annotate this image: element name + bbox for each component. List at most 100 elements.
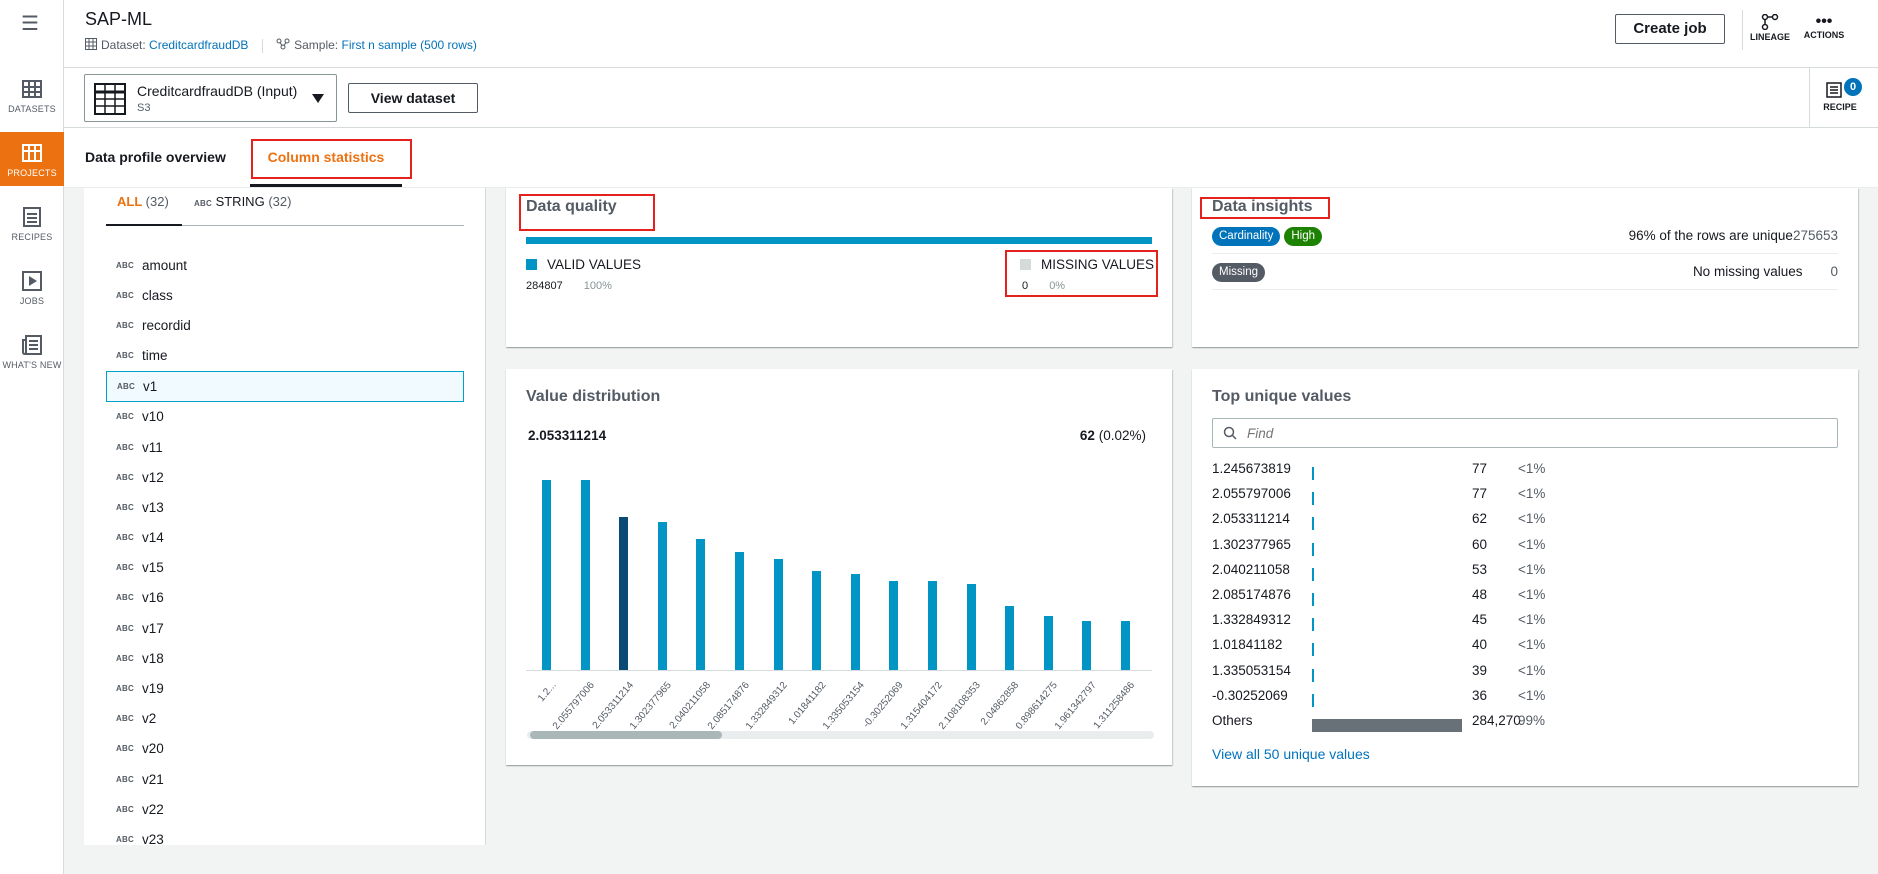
column-name: v1 bbox=[143, 378, 158, 394]
tab-data-profile-overview[interactable]: Data profile overview bbox=[85, 128, 226, 187]
string-type-icon: ABC bbox=[116, 290, 134, 300]
tab-string-columns[interactable]: ABC STRING (32) bbox=[194, 188, 291, 226]
column-list-item[interactable]: ABC v17 bbox=[106, 613, 464, 643]
chart-bar[interactable] bbox=[657, 521, 667, 670]
chart-bar[interactable] bbox=[1121, 620, 1130, 670]
chart-bar[interactable] bbox=[735, 551, 744, 670]
actions-button[interactable]: ••• ACTIONS bbox=[1802, 13, 1846, 41]
chart-bar[interactable] bbox=[850, 573, 860, 670]
recipe-icon bbox=[23, 207, 41, 227]
chart-bar[interactable] bbox=[542, 480, 551, 670]
column-list-item[interactable]: ABC time bbox=[106, 341, 464, 371]
frequency-bar bbox=[1312, 567, 1314, 581]
chart-bar[interactable] bbox=[889, 581, 899, 670]
column-list-item[interactable]: ABC v10 bbox=[106, 402, 464, 432]
view-all-unique-values-link[interactable]: View all 50 unique values bbox=[1212, 746, 1370, 762]
column-list-item[interactable]: ABC v16 bbox=[106, 583, 464, 613]
x-tick-label: 1.2... bbox=[535, 680, 559, 705]
recipe-button[interactable]: 0 RECIPE bbox=[1818, 78, 1862, 112]
tab-count: (32) bbox=[268, 194, 292, 209]
string-type-icon: ABC bbox=[116, 623, 134, 633]
sample-label: Sample: bbox=[294, 38, 339, 52]
nav-projects[interactable]: PROJECTS bbox=[0, 132, 64, 186]
nav-whats-new[interactable]: WHAT'S NEW bbox=[0, 324, 64, 380]
column-name: class bbox=[142, 287, 173, 303]
chart-bar[interactable] bbox=[1043, 615, 1053, 670]
unique-value-row: 2.055797006 77 <1% bbox=[1212, 486, 1712, 511]
nav-datasets[interactable]: DATASETS bbox=[0, 68, 64, 124]
column-list-item[interactable]: ABC v21 bbox=[106, 764, 464, 794]
tab-all-columns[interactable]: ALL (32) bbox=[106, 188, 182, 226]
column-list-item[interactable]: ABC v11 bbox=[106, 432, 464, 462]
unique-value-row: 1.302377965 60 <1% bbox=[1212, 537, 1712, 562]
more-icon: ••• bbox=[1815, 13, 1833, 30]
column-list-item[interactable]: ABC v18 bbox=[106, 643, 464, 673]
chart-bar[interactable] bbox=[1082, 620, 1092, 670]
column-list-item[interactable]: ABC amount bbox=[106, 250, 464, 280]
chart-bar[interactable] bbox=[773, 558, 783, 670]
chart-bar[interactable] bbox=[812, 571, 822, 670]
create-job-button[interactable]: Create job bbox=[1615, 14, 1725, 44]
profile-tabs: Data profile overview Column statistics bbox=[64, 128, 1878, 188]
insight-row-missing: Missing No missing values 0 bbox=[1212, 254, 1838, 290]
column-list-item[interactable]: ABC v19 bbox=[106, 673, 464, 703]
chart-bar[interactable] bbox=[696, 539, 706, 670]
column-list-item[interactable]: ABC v20 bbox=[106, 734, 464, 764]
chart-bar[interactable] bbox=[619, 517, 629, 670]
find-input[interactable] bbox=[1247, 423, 1827, 443]
column-list-item[interactable]: ABC class bbox=[106, 280, 464, 310]
column-list-item[interactable]: ABC v2 bbox=[106, 704, 464, 734]
dataset-link[interactable]: CreditcardfraudDB bbox=[149, 38, 248, 52]
column-list-item[interactable]: ABC v14 bbox=[106, 523, 464, 553]
insight-description: No missing values bbox=[1692, 264, 1803, 279]
top-unique-values-card: Top unique values 1.24567381977<1%2.0557… bbox=[1192, 369, 1858, 786]
dataset-bar: CreditcardfraudDB (Input) S3 View datase… bbox=[64, 68, 1878, 128]
data-quality-title: Data quality bbox=[526, 198, 617, 215]
unique-value-row: 1.01841182 40 <1% bbox=[1212, 637, 1712, 662]
tab-label: STRING bbox=[215, 194, 265, 209]
column-list-item[interactable]: ABC v15 bbox=[106, 553, 464, 583]
value-count: 77 bbox=[1472, 461, 1488, 476]
column-type-tabs: ALL (32) ABC STRING (32) bbox=[106, 188, 464, 226]
lineage-button[interactable]: LINEAGE bbox=[1748, 13, 1792, 42]
column-name: v23 bbox=[142, 831, 164, 845]
data-quality-card: Data quality VALID VALUES 284807 100% MI… bbox=[506, 188, 1172, 347]
dataset-selector[interactable]: CreditcardfraudDB (Input) S3 bbox=[84, 74, 337, 122]
view-dataset-button[interactable]: View dataset bbox=[348, 83, 478, 113]
chart-scroll-thumb[interactable] bbox=[530, 731, 722, 739]
find-input-wrapper[interactable] bbox=[1212, 418, 1838, 448]
column-list-item[interactable]: ABC v1 bbox=[106, 370, 464, 402]
sample-link[interactable]: First n sample (500 rows) bbox=[341, 38, 476, 52]
nav-jobs[interactable]: JOBS bbox=[0, 260, 64, 316]
unique-value: 1.245673819 bbox=[1212, 461, 1291, 476]
column-name: v13 bbox=[142, 499, 164, 515]
string-type-icon: ABC bbox=[116, 714, 134, 724]
column-list-item[interactable]: ABC v12 bbox=[106, 462, 464, 492]
hamburger-icon[interactable]: ☰ bbox=[21, 14, 43, 34]
tab-column-statistics[interactable]: Column statistics bbox=[250, 128, 402, 187]
chart-bar[interactable] bbox=[1005, 605, 1015, 670]
data-insights-title: Data insights bbox=[1212, 198, 1313, 215]
x-tick-label: 1.335053154 bbox=[821, 680, 868, 732]
x-axis-line bbox=[526, 670, 1152, 671]
recipe-icon bbox=[1826, 82, 1842, 98]
unique-value: 2.040211058 bbox=[1212, 561, 1290, 577]
value-count: 53 bbox=[1472, 561, 1488, 577]
column-list-item[interactable]: ABC recordid bbox=[106, 310, 464, 340]
dataset-source: S3 bbox=[137, 102, 151, 114]
nav-recipes[interactable]: RECIPES bbox=[0, 196, 64, 252]
column-name: v20 bbox=[142, 741, 164, 757]
valid-values-stats: 284807 100% bbox=[526, 280, 612, 292]
column-list-item[interactable]: ABC v22 bbox=[106, 794, 464, 824]
nav-label: DATASETS bbox=[8, 104, 56, 114]
frequency-bar bbox=[1312, 719, 1463, 732]
chart-bar[interactable] bbox=[928, 581, 937, 670]
insight-description: 96% of the rows are unique bbox=[1628, 228, 1793, 243]
column-name: v19 bbox=[142, 681, 164, 697]
column-list-item[interactable]: ABC v13 bbox=[106, 492, 464, 522]
frequency-bar bbox=[1312, 693, 1314, 707]
column-list-item[interactable]: ABC v23 bbox=[106, 824, 464, 845]
chart-bar[interactable] bbox=[966, 583, 976, 670]
chart-bar[interactable] bbox=[580, 480, 590, 670]
string-type-icon: ABC bbox=[117, 381, 135, 391]
